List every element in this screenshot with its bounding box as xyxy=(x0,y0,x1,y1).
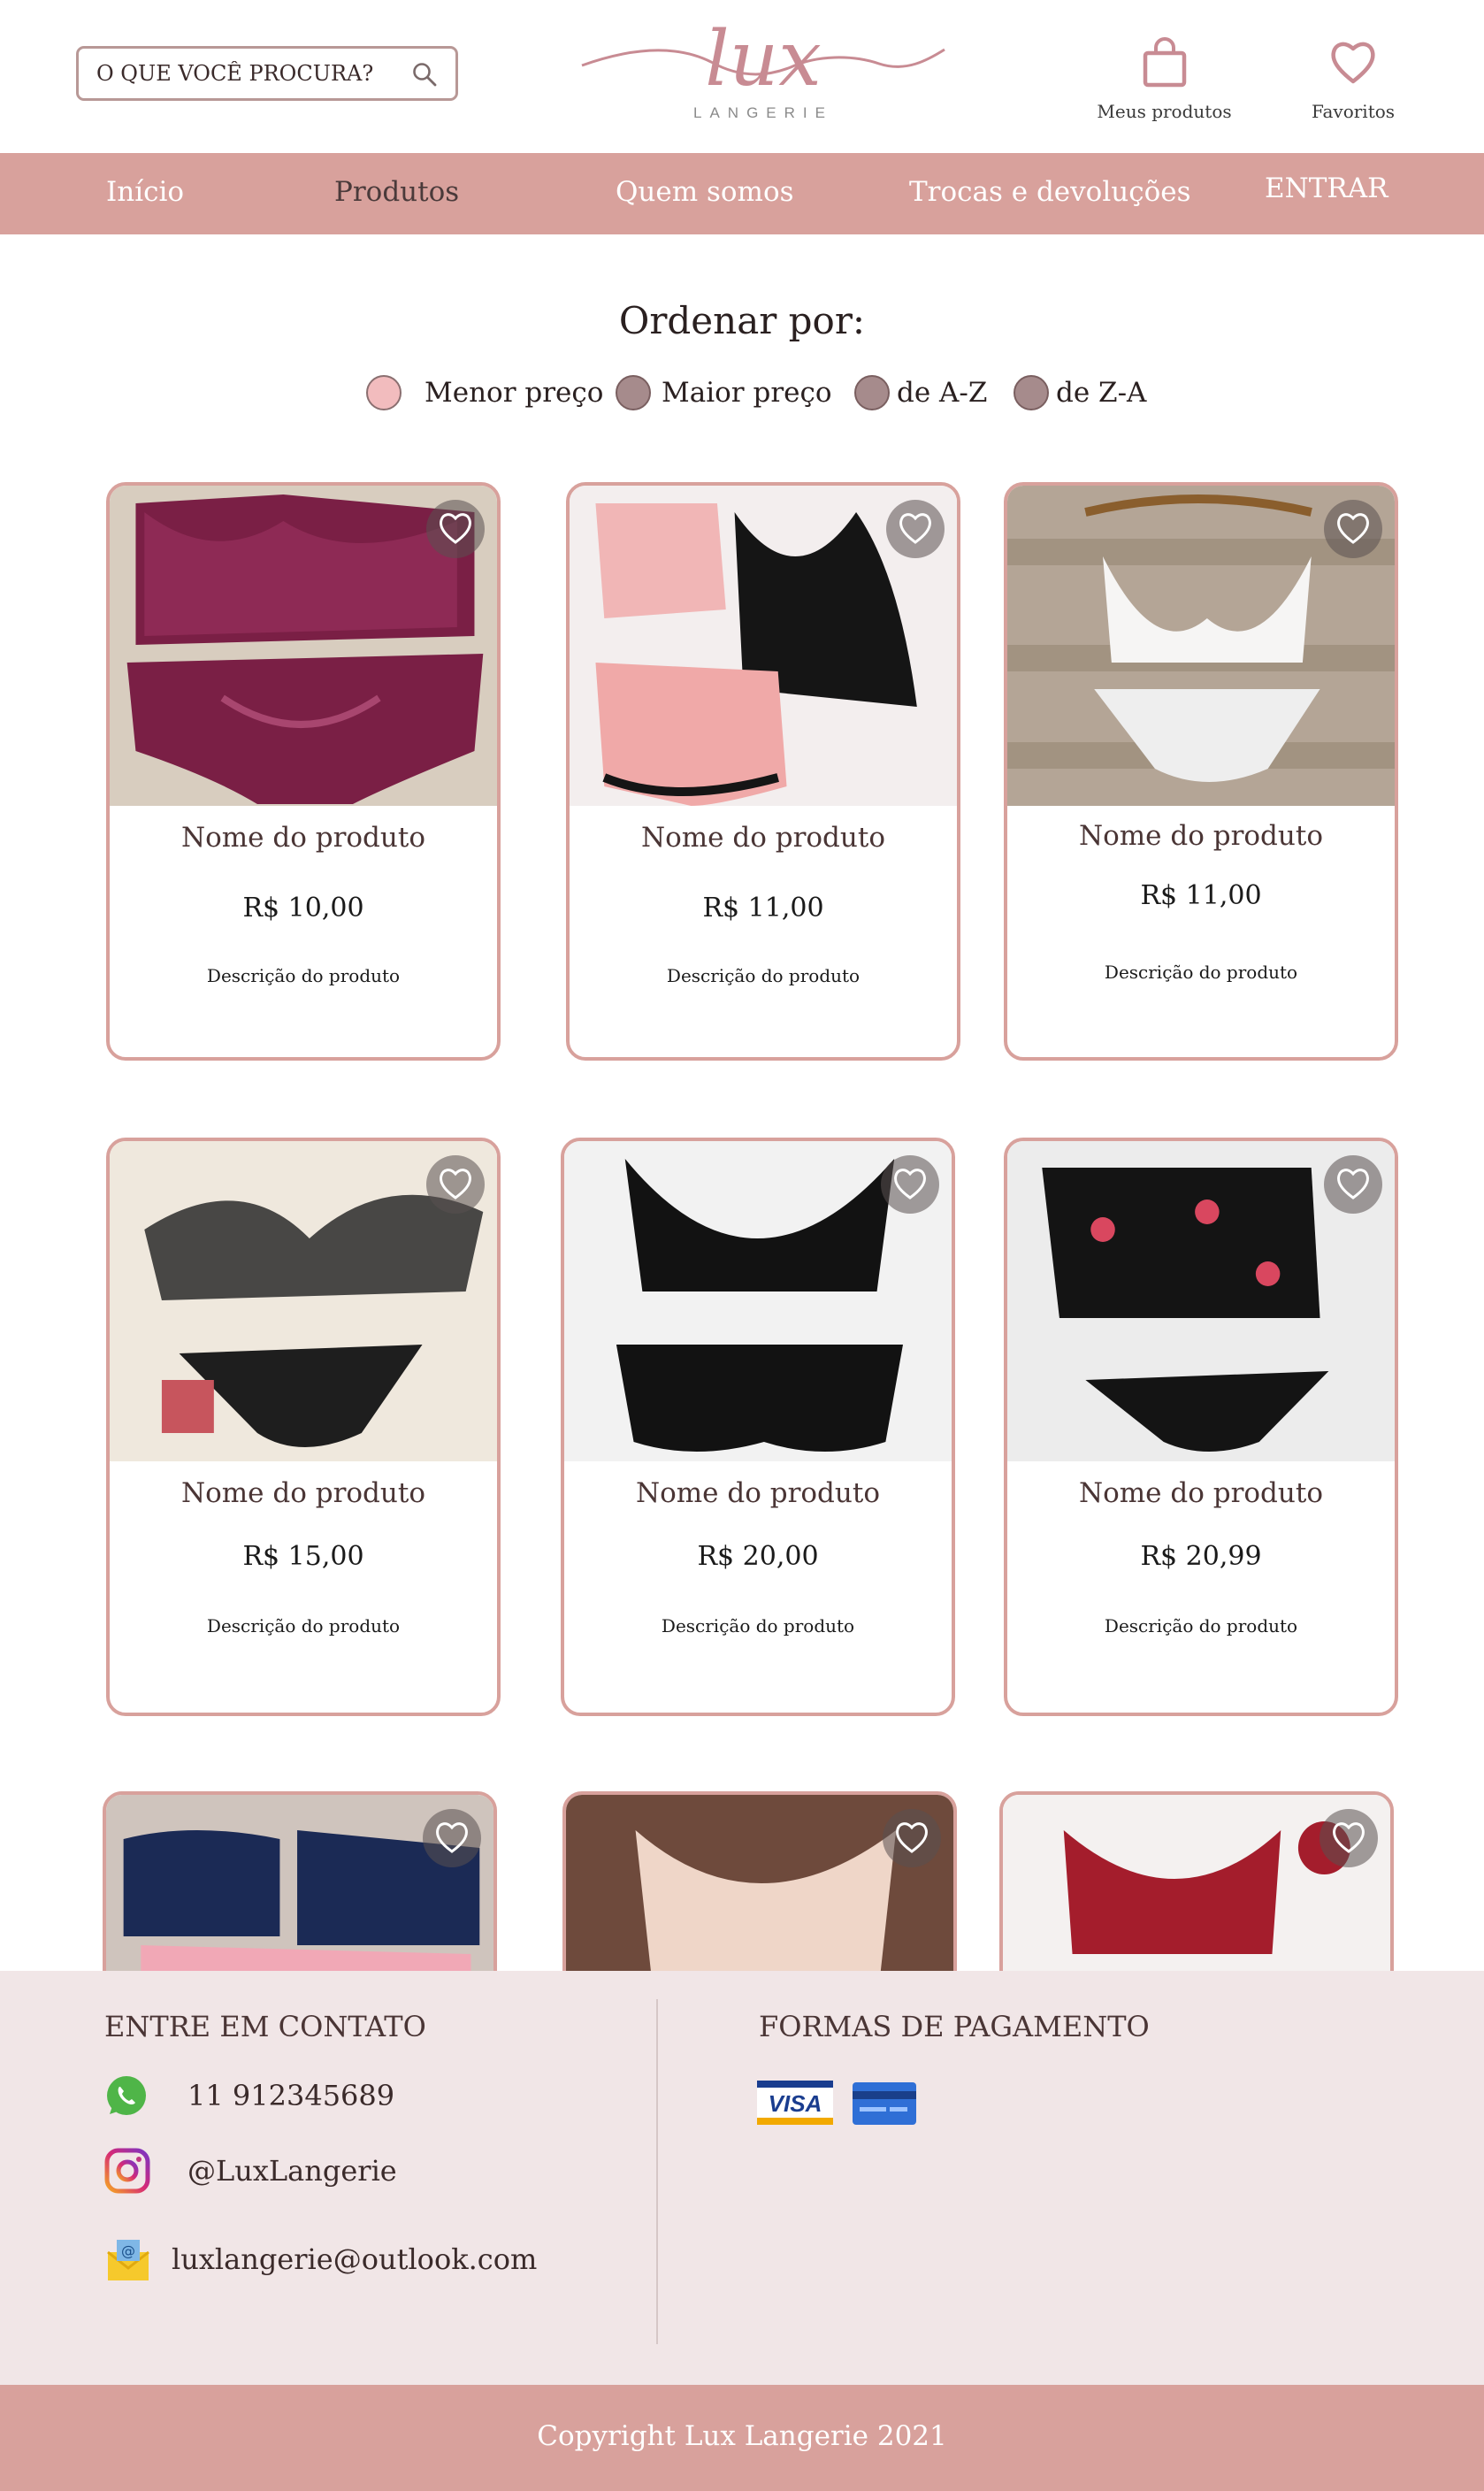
shopping-bag-icon xyxy=(1143,37,1186,88)
product-name: Nome do produto xyxy=(180,822,425,854)
radio[interactable] xyxy=(1014,375,1049,410)
site-header: lux LANGERIE Meus produtos Favoritos xyxy=(0,0,1484,153)
nav-item-quem-somos[interactable]: Quem somos xyxy=(616,176,794,208)
favorite-toggle[interactable] xyxy=(883,1809,941,1867)
sort-option-label: de A-Z xyxy=(897,377,988,409)
product-card[interactable]: Nome do produto R$ 15,00 Descrição do pr… xyxy=(106,1138,501,1716)
favorite-toggle[interactable] xyxy=(426,1155,485,1214)
heart-icon xyxy=(1331,42,1375,84)
my-products-label: Meus produtos xyxy=(1097,101,1232,122)
product-card[interactable]: Nome do produto R$ 11,00 Descrição do pr… xyxy=(1004,482,1398,1061)
brand-logo[interactable]: lux LANGERIE xyxy=(578,9,948,124)
logo-wordmark: lux xyxy=(705,15,821,103)
heart-icon xyxy=(899,513,931,544)
product-price: R$ 20,00 xyxy=(697,1541,819,1572)
product-price: R$ 15,00 xyxy=(242,1541,364,1572)
favorites-button[interactable]: Favoritos xyxy=(1300,35,1406,122)
heart-icon xyxy=(1333,1822,1365,1853)
product-price: R$ 11,00 xyxy=(1140,880,1262,911)
sort-option-label: de Z-A xyxy=(1056,377,1147,409)
footer-divider xyxy=(656,1999,658,2344)
nav-item-entrar[interactable]: ENTRAR xyxy=(1265,172,1388,204)
heart-icon xyxy=(440,513,471,544)
product-card[interactable]: Nome do produto R$ 10,00 Descrição do pr… xyxy=(106,482,501,1061)
payment-title: FORMAS DE PAGAMENTO xyxy=(759,2010,1150,2043)
my-products-button[interactable]: Meus produtos xyxy=(1091,35,1237,122)
product-description: Descrição do produto xyxy=(661,1615,855,1636)
contact-title: ENTRE EM CONTATO xyxy=(104,2010,426,2043)
whatsapp-contact[interactable]: 11 912345689 xyxy=(104,2073,394,2118)
favorite-toggle[interactable] xyxy=(1320,1809,1378,1867)
heart-icon xyxy=(1337,513,1369,544)
product-description: Descrição do produto xyxy=(1104,1615,1298,1636)
product-description: Descrição do produto xyxy=(206,1615,401,1636)
sort-option-label: Maior preço xyxy=(662,377,832,409)
instagram-handle: @LuxLangerie xyxy=(187,2154,397,2188)
svg-text:@: @ xyxy=(121,2242,135,2259)
heart-icon xyxy=(894,1169,926,1200)
radio-selected[interactable] xyxy=(366,375,402,410)
favorite-toggle[interactable] xyxy=(886,500,945,558)
product-card[interactable]: Nome do produto R$ 20,00 Descrição do pr… xyxy=(561,1138,955,1716)
sort-option-a-z[interactable]: de A-Z xyxy=(854,375,987,410)
email-contact[interactable]: @ luxlangerie@outlook.com xyxy=(103,2234,537,2284)
favorite-toggle[interactable] xyxy=(1324,1155,1382,1214)
logo-script: lux xyxy=(581,15,945,103)
product-name: Nome do produto xyxy=(1078,820,1323,852)
copyright-bar: Copyright Lux Langerie 2021 xyxy=(0,2385,1484,2491)
product-price: R$ 11,00 xyxy=(702,893,824,924)
instagram-contact[interactable]: @LuxLangerie xyxy=(104,2148,397,2194)
favorite-toggle[interactable] xyxy=(1324,500,1382,558)
search-box[interactable] xyxy=(76,46,458,101)
phone-number: 11 912345689 xyxy=(187,2079,395,2112)
logo-subtitle: LANGERIE xyxy=(693,104,833,121)
search-icon[interactable] xyxy=(411,61,438,88)
sort-option-menor-preco[interactable]: Menor preço xyxy=(366,375,603,410)
search-input[interactable] xyxy=(96,61,397,86)
favorites-label: Favoritos xyxy=(1311,101,1396,122)
product-card[interactable]: Nome do produto R$ 11,00 Descrição do pr… xyxy=(566,482,960,1061)
contact-footer: ENTRE EM CONTATO 11 912345689 @LuxLanger… xyxy=(0,1971,1484,2385)
instagram-icon xyxy=(104,2148,150,2194)
heart-icon xyxy=(436,1822,468,1853)
svg-text:VISA: VISA xyxy=(769,2090,822,2117)
radio[interactable] xyxy=(616,375,651,410)
sort-title: Ordenar por: xyxy=(618,299,866,342)
product-price: R$ 20,99 xyxy=(1140,1541,1262,1572)
heart-icon xyxy=(896,1822,928,1853)
favorite-toggle[interactable] xyxy=(423,1809,481,1867)
sort-option-label: Menor preço xyxy=(425,377,604,409)
favorite-toggle[interactable] xyxy=(881,1155,939,1214)
nav-item-inicio[interactable]: Início xyxy=(106,176,184,208)
product-name: Nome do produto xyxy=(640,822,885,854)
product-price: R$ 10,00 xyxy=(242,893,364,924)
product-card[interactable]: Nome do produto R$ 20,99 Descrição do pr… xyxy=(1004,1138,1398,1716)
sort-option-maior-preco[interactable]: Maior preço xyxy=(616,375,832,410)
heart-icon xyxy=(440,1169,471,1200)
nav-item-produtos[interactable]: Produtos xyxy=(334,176,459,208)
radio[interactable] xyxy=(854,375,890,410)
product-name: Nome do produto xyxy=(635,1477,880,1509)
email-icon: @ xyxy=(107,2240,149,2280)
product-description: Descrição do produto xyxy=(1104,962,1298,983)
favorite-toggle[interactable] xyxy=(426,500,485,558)
product-description: Descrição do produto xyxy=(206,965,401,986)
product-description: Descrição do produto xyxy=(666,965,861,986)
credit-card-icon xyxy=(853,2082,916,2125)
sort-option-z-a[interactable]: de Z-A xyxy=(1014,375,1146,410)
visa-icon: VISA xyxy=(757,2081,833,2125)
main-nav: Início Produtos Quem somos Trocas e devo… xyxy=(0,153,1484,234)
product-name: Nome do produto xyxy=(180,1477,425,1509)
product-name: Nome do produto xyxy=(1078,1477,1323,1509)
nav-item-trocas-devolucoes[interactable]: Trocas e devoluções xyxy=(909,176,1191,208)
heart-icon xyxy=(1337,1169,1369,1200)
copyright-text: Copyright Lux Langerie 2021 xyxy=(537,2420,947,2452)
whatsapp-icon xyxy=(107,2076,146,2115)
email-address: luxlangerie@outlook.com xyxy=(172,2242,538,2276)
